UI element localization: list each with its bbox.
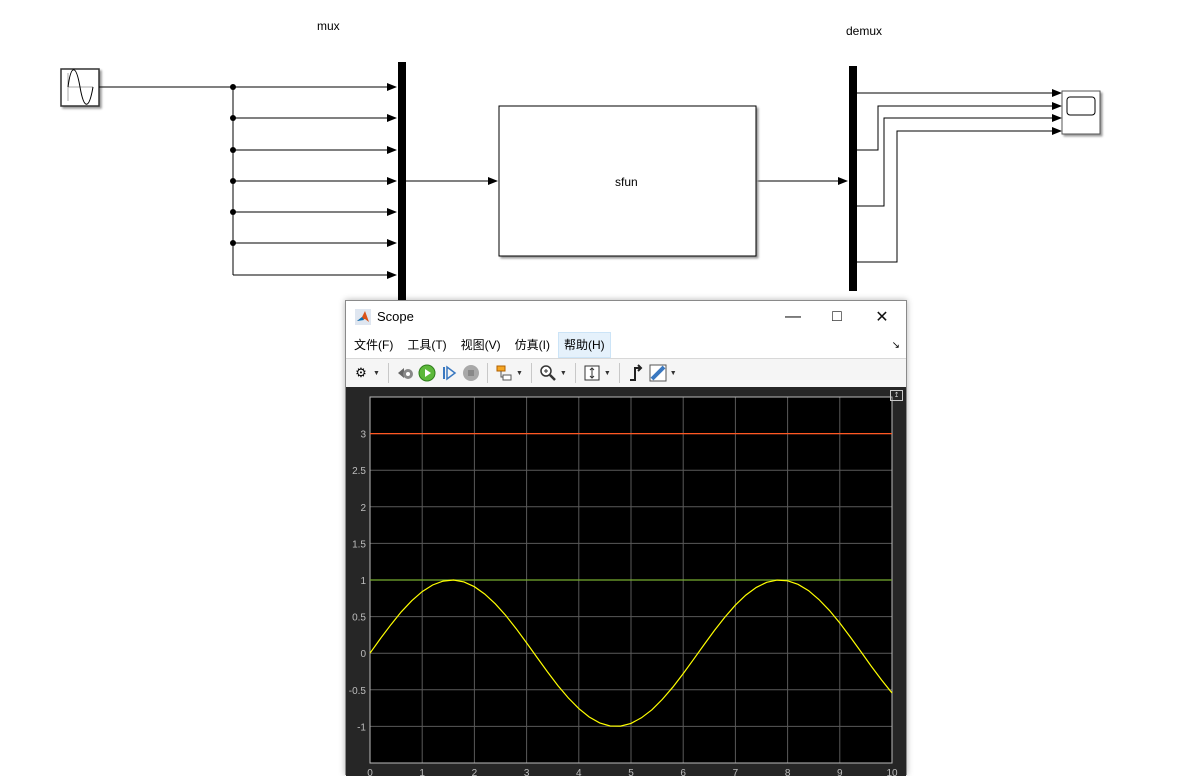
- menu-simulation[interactable]: 仿真(I): [509, 332, 556, 358]
- window-title: Scope: [377, 309, 414, 324]
- matlab-logo-icon: [355, 308, 371, 325]
- simulink-diagram: [60, 62, 1101, 300]
- menu-tools[interactable]: 工具(T): [401, 332, 452, 358]
- toolbar: ⚙ ▼ ▼ ▼ ▼ ▼: [346, 358, 906, 388]
- y-tick-label: 2.5: [352, 466, 366, 477]
- step-back-icon[interactable]: [395, 363, 415, 383]
- menu-bar: 文件(F) 工具(T) 视图(V) 仿真(I) 帮助(H) ↘: [346, 332, 906, 358]
- highlight-signal-icon[interactable]: [494, 363, 514, 383]
- mux-label: mux: [317, 19, 340, 33]
- zoom-in-icon[interactable]: [538, 363, 558, 383]
- y-tick-label: 3: [360, 430, 366, 441]
- gear-icon[interactable]: ⚙: [351, 363, 371, 383]
- y-tick-label: 0: [360, 649, 366, 660]
- dropdown-icon[interactable]: ▼: [516, 370, 523, 377]
- scope-plot[interactable]: 0 1 2 3 4 5 6 7 8 9 10-1-0.500.511.522.53: [346, 387, 906, 776]
- y-tick-label: 2: [360, 503, 366, 514]
- trigger-icon[interactable]: [626, 363, 646, 383]
- menu-file[interactable]: 文件(F): [348, 332, 399, 358]
- sfun-label: sfun: [615, 175, 638, 189]
- measurement-icon[interactable]: [648, 363, 668, 383]
- demux-block[interactable]: [849, 66, 857, 291]
- y-tick-label: -1: [357, 722, 366, 733]
- minimize-button[interactable]: —: [770, 301, 816, 332]
- run-icon[interactable]: [417, 363, 437, 383]
- y-tick-label: 1.5: [352, 539, 366, 550]
- dropdown-icon[interactable]: ▼: [670, 370, 677, 377]
- plot-area: 0 1 2 3 4 5 6 7 8 9 10 -1 -0.5 0 0.5 1 1.5 2 2.5 3 ↥: [346, 387, 906, 776]
- scope-window: Scope — □ ✕ 文件(F) 工具(T) 视图(V) 仿真(I) 帮助(H…: [345, 300, 907, 776]
- title-bar[interactable]: Scope — □ ✕: [346, 301, 906, 332]
- demux-label: demux: [846, 24, 883, 38]
- y-tick-label: -0.5: [349, 686, 367, 697]
- close-button[interactable]: ✕: [859, 301, 905, 332]
- scale-axes-icon[interactable]: [582, 363, 602, 383]
- dropdown-icon[interactable]: ▼: [604, 370, 611, 377]
- expand-axes-icon[interactable]: ↥: [890, 390, 903, 401]
- step-forward-icon[interactable]: [439, 363, 459, 383]
- sine-wave-block[interactable]: [60, 68, 100, 107]
- dropdown-icon[interactable]: ▼: [373, 370, 380, 377]
- y-tick-label: 1: [360, 576, 366, 587]
- menu-view[interactable]: 视图(V): [455, 332, 507, 358]
- menu-help[interactable]: 帮助(H): [557, 332, 611, 358]
- mux-block[interactable]: [398, 62, 406, 300]
- scope-block[interactable]: [1061, 90, 1101, 135]
- undock-icon[interactable]: ↘: [892, 340, 900, 351]
- dropdown-icon[interactable]: ▼: [560, 370, 567, 377]
- stop-icon[interactable]: [461, 363, 481, 383]
- maximize-button[interactable]: □: [814, 301, 860, 332]
- y-tick-label: 0.5: [352, 613, 366, 624]
